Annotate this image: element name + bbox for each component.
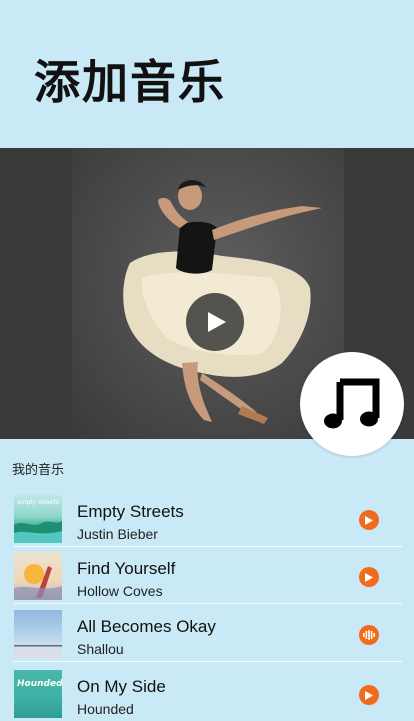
song-title: Find Yourself (77, 559, 176, 578)
album-cover-find-yourself (14, 552, 62, 600)
song-artist: Hounded (77, 701, 134, 717)
add-music-button[interactable] (300, 352, 404, 456)
cover-art (14, 645, 62, 658)
play-icon (365, 572, 373, 582)
song-title: On My Side (77, 677, 166, 696)
play-icon (365, 690, 373, 700)
row-divider (14, 603, 402, 604)
video-play-button[interactable] (186, 293, 244, 351)
page-title: 添加音乐 (34, 55, 226, 109)
song-item-on-my-side[interactable]: Hounded On My Side Hounded (14, 665, 402, 721)
play-button[interactable] (359, 567, 379, 587)
header: 添加音乐 (0, 0, 414, 148)
equalizer-icon (363, 630, 375, 640)
song-artist: Hollow Coves (77, 583, 163, 599)
song-item-find-yourself[interactable]: Find Yourself Hollow Coves (14, 547, 402, 604)
music-note-icon (324, 378, 380, 429)
song-item-all-becomes-okay[interactable]: All Becomes Okay Shallou (14, 605, 402, 662)
song-artist: Shallou (77, 641, 124, 657)
cover-text: Hounded (17, 679, 62, 689)
now-playing-button[interactable] (359, 625, 379, 645)
video-letterbox-left (0, 148, 72, 439)
row-divider (14, 661, 402, 662)
album-cover-on-my-side: Hounded (14, 670, 62, 718)
song-item-empty-streets[interactable]: empty streets Empty Streets Justin Biebe… (14, 490, 402, 547)
play-icon (365, 515, 373, 525)
play-icon (208, 312, 226, 332)
song-title: Empty Streets (77, 502, 184, 521)
album-cover-empty-streets: empty streets (14, 495, 62, 543)
section-label-my-music: 我的音乐 (12, 463, 65, 478)
play-button[interactable] (359, 510, 379, 530)
song-title: All Becomes Okay (77, 617, 216, 636)
cover-text: empty streets (17, 499, 59, 506)
play-button[interactable] (359, 685, 379, 705)
cover-art (14, 564, 62, 600)
album-cover-all-becomes-okay (14, 610, 62, 658)
song-artist: Justin Bieber (77, 526, 158, 542)
